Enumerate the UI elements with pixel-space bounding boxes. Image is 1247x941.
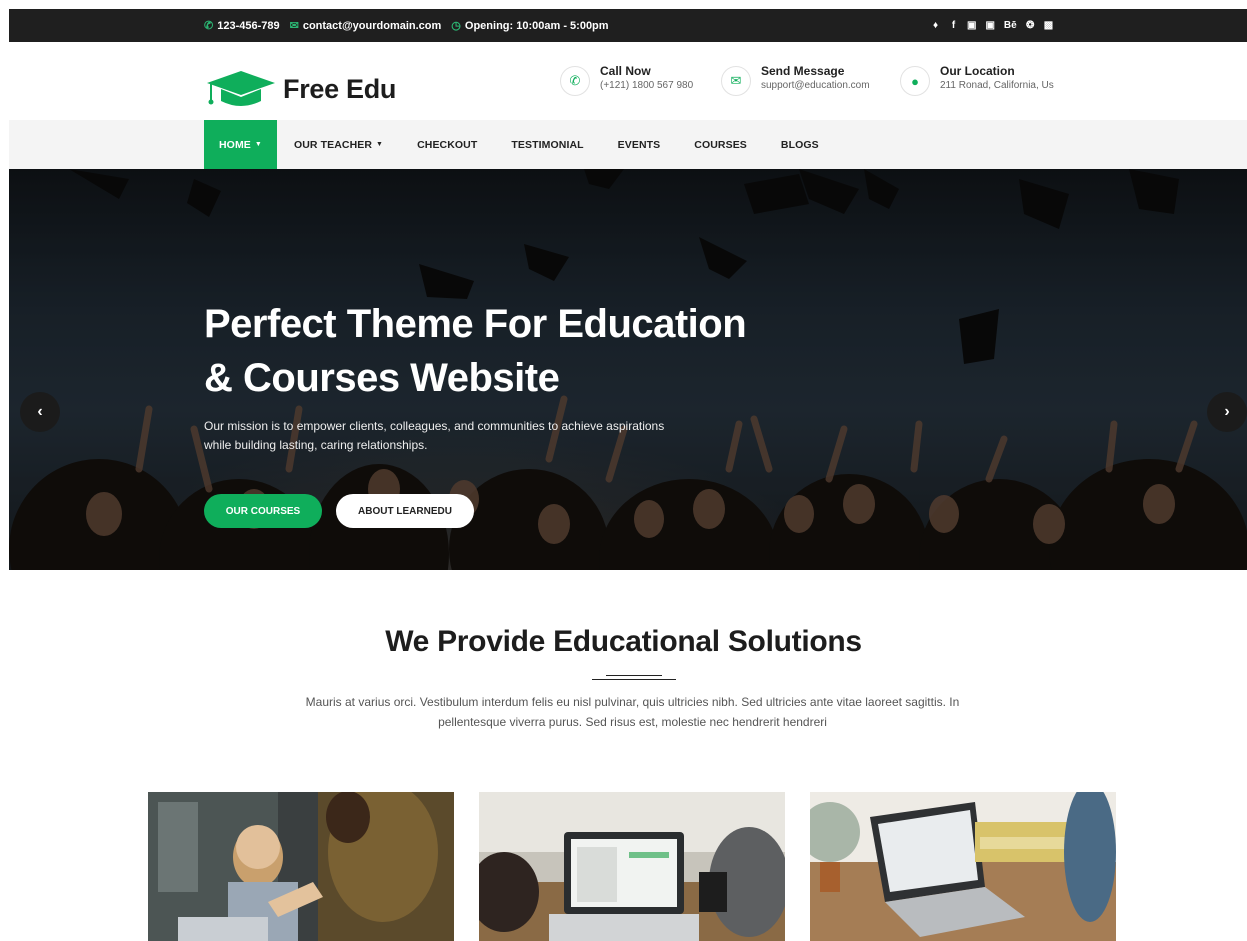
header-message-detail: support@education.com [761, 80, 870, 91]
top-bar: ✆ 123-456-789 ✉ contact@yourdomain.com ◷… [9, 9, 1247, 42]
caret-down-icon: ▼ [376, 141, 384, 148]
section-description: Mauris at varius orci. Vestibulum interd… [265, 692, 1000, 732]
hero-subtitle-line1: Our mission is to empower clients, colle… [204, 419, 665, 433]
twitter-icon[interactable]: ♦ [931, 20, 940, 31]
social-links: ♦ f ▣ ▣ Bē ❂ ▩ [931, 9, 1053, 42]
google-plus-icon[interactable]: ▣ [967, 20, 976, 31]
behance-icon[interactable]: Bē [1004, 20, 1017, 31]
service-card-image-1[interactable] [148, 792, 454, 941]
top-opening: ◷ Opening: 10:00am - 5:00pm [451, 19, 609, 33]
divider-line-bottom [592, 679, 676, 680]
nav-item-checkout[interactable]: CHECKOUT [400, 120, 494, 169]
envelope-icon: ✉ [289, 20, 299, 32]
meeting-photo [148, 792, 454, 941]
nav-item-label: OUR TEACHER [293, 138, 373, 151]
divider-line-top [606, 675, 662, 676]
hero-title: Perfect Theme For Education & Courses We… [204, 297, 904, 405]
header-call-detail: (+121) 1800 567 980 [600, 80, 694, 91]
nav-item-label: CHECKOUT [417, 138, 478, 151]
section-description-line1: Mauris at varius orci. Vestibulum interd… [305, 695, 960, 709]
nav-item-our-teacher[interactable]: OUR TEACHER ▼ [277, 120, 400, 169]
hero-subtitle-line2: while building lasting, caring relations… [204, 438, 428, 452]
top-email-text: contact@yourdomain.com [302, 19, 442, 32]
nav-item-label: BLOGS [780, 138, 819, 151]
header-message[interactable]: ✉ Send Message support@education.com [721, 64, 870, 96]
youtube-icon[interactable]: ▩ [1044, 20, 1053, 31]
phone-icon: ✆ [204, 20, 214, 32]
graduation-cap-icon [207, 71, 275, 106]
header-message-title: Send Message [761, 64, 845, 78]
phone-icon: ✆ [560, 66, 590, 96]
caret-down-icon: ▼ [254, 141, 262, 148]
nav-item-label: COURSES [694, 138, 747, 151]
header-location[interactable]: ● Our Location 211 Ronad, California, Us [900, 64, 1054, 96]
top-phone[interactable]: ✆ 123-456-789 [204, 19, 280, 33]
nav-item-testimonial[interactable]: TESTIMONIAL [494, 120, 600, 169]
section-title: We Provide Educational Solutions [385, 625, 862, 658]
header-location-title: Our Location [940, 64, 1015, 78]
nav-item-courses[interactable]: COURSES [677, 120, 764, 169]
dribbble-icon[interactable]: ❂ [1026, 20, 1035, 31]
slider-prev-button[interactable]: ‹ [20, 392, 60, 432]
nav-items: HOME ▼ OUR TEACHER ▼ CHECKOUT TESTIMONIA… [204, 120, 836, 169]
hero-subtitle: Our mission is to empower clients, colle… [204, 417, 724, 455]
map-marker-icon: ● [900, 66, 930, 96]
nav-item-label: EVENTS [617, 138, 661, 151]
facebook-icon[interactable]: f [949, 20, 958, 31]
hero-title-line2: & Courses Website [204, 356, 560, 400]
header-location-detail: 211 Ronad, California, Us [940, 80, 1054, 91]
laptop-photo [479, 792, 785, 941]
section-description-line2: pellentesque viverra purus. Sed risus es… [438, 715, 827, 729]
section-divider [592, 675, 676, 681]
top-contacts: ✆ 123-456-789 ✉ contact@yourdomain.com ◷… [204, 9, 609, 42]
nav-item-blogs[interactable]: BLOGS [764, 120, 836, 169]
nav-item-label: HOME [219, 138, 251, 151]
page: ✆ 123-456-789 ✉ contact@yourdomain.com ◷… [0, 0, 1247, 941]
desk-laptop-photo [810, 792, 1116, 941]
site-header: Free Edu ✆ Call Now (+121) 1800 567 980 … [9, 42, 1247, 120]
hero-slider: Perfect Theme For Education & Courses We… [9, 169, 1247, 570]
service-card-image-2[interactable] [479, 792, 785, 941]
chevron-right-icon: › [1224, 403, 1230, 420]
linkedin-icon[interactable]: ▣ [985, 20, 994, 31]
nav-item-home[interactable]: HOME ▼ [204, 120, 277, 169]
nav-item-events[interactable]: EVENTS [601, 120, 678, 169]
hero-title-line1: Perfect Theme For Education [204, 302, 747, 346]
top-phone-text: 123-456-789 [217, 19, 280, 32]
top-email[interactable]: ✉ contact@yourdomain.com [289, 19, 442, 33]
chevron-left-icon: ‹ [37, 403, 43, 420]
top-opening-text: Opening: 10:00am - 5:00pm [464, 19, 609, 32]
clock-icon: ◷ [451, 20, 461, 32]
header-call[interactable]: ✆ Call Now (+121) 1800 567 980 [560, 64, 693, 96]
envelope-icon: ✉ [721, 66, 751, 96]
logo[interactable]: Free Edu [205, 69, 396, 109]
slider-next-button[interactable]: › [1207, 392, 1247, 432]
service-card-image-3[interactable] [810, 792, 1116, 941]
brand-name: Free Edu [283, 73, 397, 104]
main-nav: HOME ▼ OUR TEACHER ▼ CHECKOUT TESTIMONIA… [9, 120, 1247, 169]
header-call-title: Call Now [600, 64, 651, 78]
about-button[interactable]: ABOUT LEARNEDU [336, 494, 474, 528]
our-courses-button[interactable]: OUR COURSES [204, 494, 322, 528]
nav-item-label: TESTIMONIAL [511, 138, 584, 151]
